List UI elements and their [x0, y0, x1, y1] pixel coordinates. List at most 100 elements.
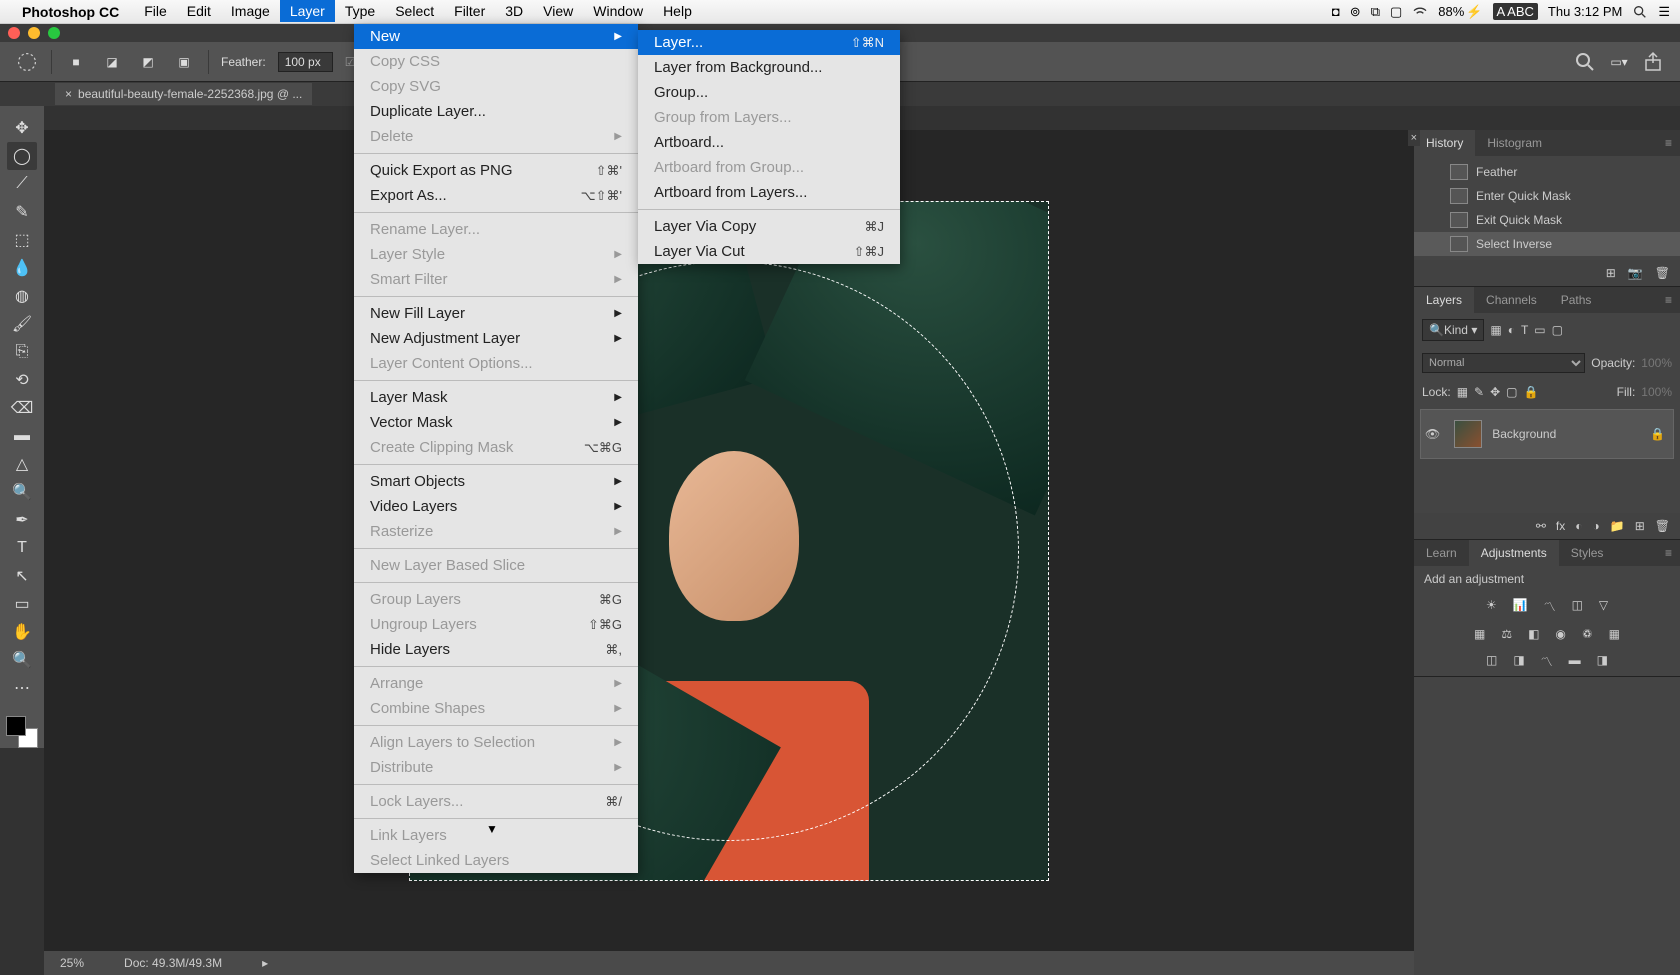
menu-file[interactable]: File	[134, 0, 177, 22]
history-item[interactable]: Select Inverse	[1414, 232, 1680, 256]
selection-subtract-icon[interactable]: ◩	[136, 50, 160, 74]
camera-icon[interactable]: 📷	[1628, 266, 1643, 280]
menu-item-new-fill-layer[interactable]: New Fill Layer▶	[354, 301, 638, 326]
menu-layer[interactable]: Layer	[280, 0, 335, 22]
search-icon[interactable]	[1573, 50, 1597, 74]
tool-dodge[interactable]: 🔍	[7, 478, 37, 506]
levels-icon[interactable]: 📊	[1513, 598, 1528, 615]
document-tab[interactable]: × beautiful-beauty-female-2252368.jpg @ …	[55, 83, 312, 105]
lock-trans-icon[interactable]: ▦	[1457, 385, 1468, 399]
tool-marquee-ellipse[interactable]: ◯	[7, 142, 37, 170]
group-icon[interactable]: 📁	[1610, 519, 1625, 533]
history-item[interactable]: Enter Quick Mask	[1414, 184, 1680, 208]
tab-history[interactable]: History	[1414, 130, 1475, 156]
menu-help[interactable]: Help	[653, 0, 702, 22]
tool-lasso[interactable]: ⟋	[7, 170, 37, 198]
tool-more[interactable]: ⋯	[7, 674, 37, 702]
slack-icon[interactable]: ◘	[1332, 4, 1340, 19]
tool-preset[interactable]	[15, 50, 39, 74]
doc-info[interactable]: Doc: 49.3M/49.3M	[124, 956, 222, 970]
menu-item-layer-mask[interactable]: Layer Mask▶	[354, 385, 638, 410]
tab-channels[interactable]: Channels	[1474, 287, 1549, 313]
layer-thumbnail[interactable]	[1454, 420, 1482, 448]
menu-item-export-as-[interactable]: Export As...⌥⇧⌘'	[354, 183, 638, 208]
selective-color-icon[interactable]: ◨	[1597, 653, 1608, 670]
tool-quick-select[interactable]: ✎	[7, 198, 37, 226]
color-lookup-icon[interactable]: ▦	[1609, 627, 1620, 641]
lock-icon[interactable]: 🔒	[1650, 427, 1665, 441]
tab-adjustments[interactable]: Adjustments	[1469, 540, 1559, 566]
tab-layers[interactable]: Layers	[1414, 287, 1474, 313]
selection-add-icon[interactable]: ◪	[100, 50, 124, 74]
battery-status[interactable]: 88% ⚡	[1438, 4, 1482, 20]
color-swatches[interactable]	[6, 716, 38, 748]
threshold-icon[interactable]: 〽	[1541, 653, 1553, 670]
menu-item-artboard-[interactable]: Artboard...	[638, 130, 900, 155]
menu-item-smart-objects[interactable]: Smart Objects▶	[354, 469, 638, 494]
menu-item-layer-[interactable]: Layer...⇧⌘N	[638, 30, 900, 55]
opacity-input[interactable]: 100%	[1641, 356, 1672, 370]
blend-mode-select[interactable]: Normal	[1422, 353, 1585, 373]
tool-pen[interactable]: ✒	[7, 506, 37, 534]
new-layer-icon[interactable]: ⊞	[1635, 519, 1645, 533]
feather-input[interactable]	[278, 52, 333, 72]
photo-filter-icon[interactable]: ◉	[1555, 627, 1565, 641]
close-panel-icon[interactable]: ×	[1408, 130, 1420, 146]
menu-item-layer-from-background-[interactable]: Layer from Background...	[638, 55, 900, 80]
tab-styles[interactable]: Styles	[1559, 540, 1616, 566]
notifications-icon[interactable]: ☰	[1658, 4, 1670, 20]
tab-paths[interactable]: Paths	[1549, 287, 1604, 313]
tool-gradient[interactable]: ▬	[7, 422, 37, 450]
info-arrow-icon[interactable]: ▸	[262, 956, 268, 970]
creative-cloud-icon[interactable]: ⊚	[1350, 4, 1361, 20]
filter-shape-icon[interactable]: ▭	[1534, 323, 1545, 337]
menu-edit[interactable]: Edit	[177, 0, 221, 22]
brightness-icon[interactable]: ☀	[1486, 598, 1497, 615]
lock-artboard-icon[interactable]: ▢	[1506, 385, 1517, 399]
tool-rectangle[interactable]: ▭	[7, 590, 37, 618]
tool-move[interactable]: ✥	[7, 114, 37, 142]
filter-pixel-icon[interactable]: ▦	[1490, 323, 1501, 337]
tool-hand[interactable]: ✋	[7, 618, 37, 646]
dropbox-icon[interactable]: ⧉	[1371, 4, 1380, 20]
history-item[interactable]: Feather	[1414, 160, 1680, 184]
menu-item-group-[interactable]: Group...	[638, 80, 900, 105]
close-window[interactable]	[8, 27, 20, 39]
tool-brush[interactable]: 🖌	[7, 310, 37, 338]
menu-item-hide-layers[interactable]: Hide Layers⌘,	[354, 637, 638, 662]
menu-3d[interactable]: 3D	[495, 0, 533, 22]
hue-icon[interactable]: ▦	[1474, 627, 1485, 641]
link-icon[interactable]: ⚯	[1536, 519, 1546, 533]
close-tab-icon[interactable]: ×	[65, 87, 72, 101]
panel-menu-icon[interactable]: ≡	[1657, 130, 1680, 156]
bw-icon[interactable]: ◧	[1528, 627, 1539, 641]
color-balance-icon[interactable]: ⚖	[1501, 627, 1512, 641]
mask-icon[interactable]: ◐	[1575, 519, 1582, 533]
filter-type-icon[interactable]: T	[1521, 323, 1528, 337]
panel-menu-icon[interactable]: ≡	[1657, 287, 1680, 313]
lock-pixels-icon[interactable]: ✎	[1474, 385, 1484, 399]
tool-type[interactable]: T	[7, 534, 37, 562]
tool-clone[interactable]: ⎘	[7, 338, 37, 366]
maximize-window[interactable]	[48, 27, 60, 39]
exposure-icon[interactable]: ◫	[1572, 598, 1583, 615]
menu-item-vector-mask[interactable]: Vector Mask▶	[354, 410, 638, 435]
tool-eyedropper[interactable]: 💧	[7, 254, 37, 282]
menu-item-layer-via-cut[interactable]: Layer Via Cut⇧⌘J	[638, 239, 900, 264]
posterize-icon[interactable]: ◨	[1513, 653, 1524, 670]
menu-item-layer-via-copy[interactable]: Layer Via Copy⌘J	[638, 214, 900, 239]
workspace-icon[interactable]: ▭▾	[1607, 50, 1631, 74]
menu-window[interactable]: Window	[583, 0, 653, 22]
minimize-window[interactable]	[28, 27, 40, 39]
tool-crop[interactable]: ⬚	[7, 226, 37, 254]
wifi-icon[interactable]	[1412, 4, 1428, 20]
share-icon[interactable]	[1641, 50, 1665, 74]
selection-new-icon[interactable]: ■	[64, 50, 88, 74]
filter-smart-icon[interactable]: ▢	[1552, 323, 1563, 337]
menu-item-new[interactable]: New▶	[354, 24, 638, 49]
invert-icon[interactable]: ◫	[1486, 653, 1497, 670]
fx-icon[interactable]: fx	[1556, 519, 1565, 533]
fill-input[interactable]: 100%	[1641, 385, 1672, 399]
history-item[interactable]: Exit Quick Mask	[1414, 208, 1680, 232]
tool-history-brush[interactable]: ⟲	[7, 366, 37, 394]
